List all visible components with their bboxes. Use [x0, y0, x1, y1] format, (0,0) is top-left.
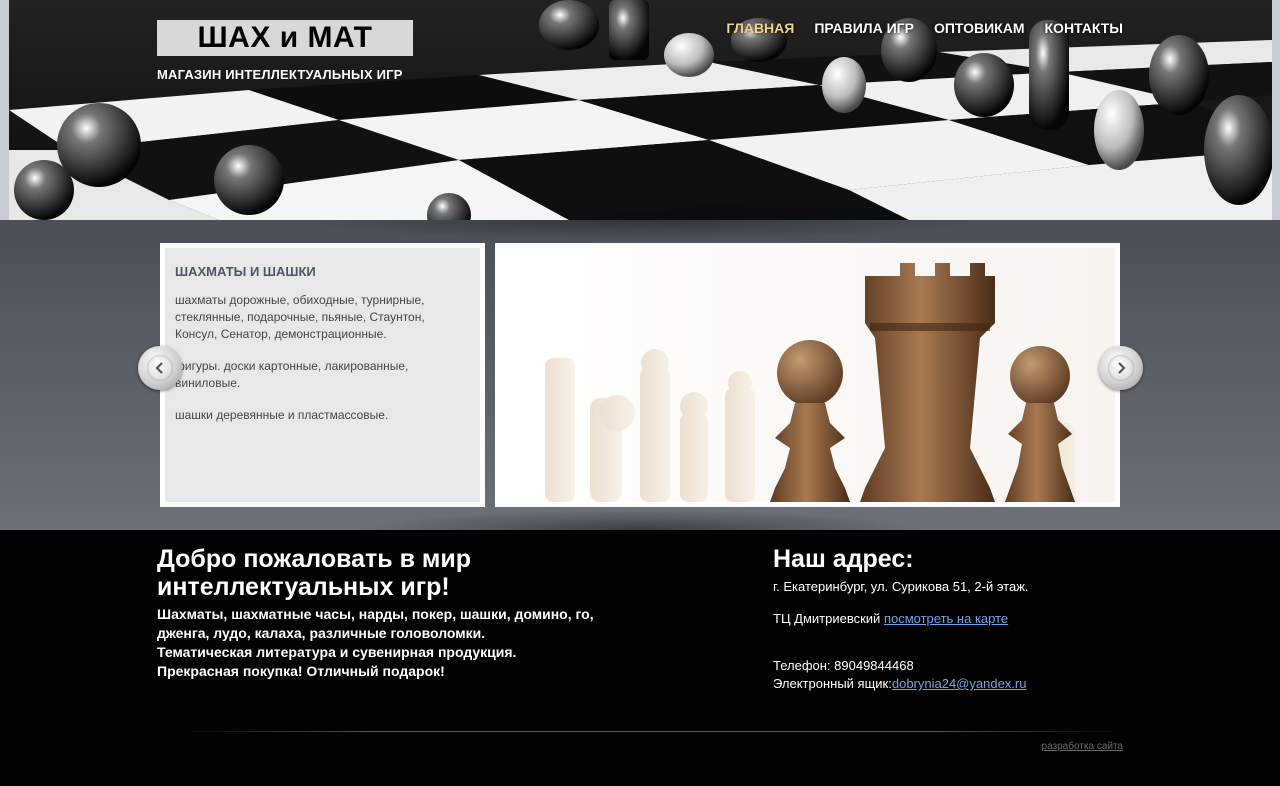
section-shadow-bottom — [360, 510, 920, 530]
nav-item-contacts[interactable]: КОНТАКТЫ — [1045, 20, 1123, 36]
email-line: Электронный ящик:dobrynia24@yandex.ru — [773, 676, 1026, 691]
email-label: Электронный ящик: — [773, 676, 892, 691]
welcome-text: Шахматы, шахматные часы, нарды, покер, ш… — [157, 605, 627, 681]
site-tagline: МАГАЗИН ИНТЕЛЛЕКТУАЛЬНЫХ ИГР — [157, 67, 403, 82]
nav-item-game-rules[interactable]: ПРАВИЛА ИГР — [814, 20, 914, 36]
header-left-edge — [0, 0, 9, 220]
footer-section: Добро пожаловать в мир интеллектуальных … — [0, 530, 1280, 786]
section-shadow-top — [300, 220, 980, 240]
header-right-edge — [1272, 0, 1280, 220]
slider-prev-button[interactable] — [138, 346, 182, 390]
slide-image — [495, 243, 1120, 507]
phone: Телефон: 89049844468 — [773, 658, 914, 673]
slider-next-button[interactable] — [1099, 346, 1143, 390]
address-mall-line: ТЦ Дмитриевский посмотреть на карте — [773, 611, 1008, 626]
nav-item-wholesale[interactable]: ОПТОВИКАМ — [934, 20, 1025, 36]
chevron-left-icon — [147, 355, 173, 381]
slide-paragraph: шашки деревянные и пластмассовые. — [175, 408, 389, 422]
chevron-right-icon — [1108, 355, 1134, 381]
map-link[interactable]: посмотреть на карте — [884, 611, 1008, 626]
welcome-line: Шахматы, шахматные часы, нарды, покер, ш… — [157, 606, 594, 641]
nav-item-home[interactable]: ГЛАВНАЯ — [726, 20, 794, 36]
address-street: г. Екатеринбург, ул. Сурикова 51, 2-й эт… — [773, 579, 1029, 594]
welcome-line: Тематическая литература и сувенирная про… — [157, 644, 517, 660]
slide-title: ШАХМАТЫ И ШАШКИ — [175, 264, 316, 279]
welcome-heading: Добро пожаловать в мир интеллектуальных … — [157, 545, 472, 601]
welcome-line: Прекрасная покупка! Отличный подарок! — [157, 663, 445, 679]
slide-paragraph: шахматы дорожные, обиходные, турнирные, … — [175, 293, 425, 341]
site-logo[interactable]: ШАХ и МАТ — [157, 20, 413, 56]
address-mall: ТЦ Дмитриевский — [773, 611, 881, 626]
slider-section: ШАХМАТЫ И ШАШКИ шахматы дорожные, обиход… — [0, 220, 1280, 530]
wooden-chess-pieces-image — [500, 248, 1115, 502]
footer-divider — [180, 731, 1124, 732]
developer-link[interactable]: разработка сайта — [1042, 741, 1123, 752]
email-link[interactable]: dobrynia24@yandex.ru — [892, 676, 1027, 691]
header-banner: ШАХ и МАТ МАГАЗИН ИНТЕЛЛЕКТУАЛЬНЫХ ИГР Г… — [9, 0, 1272, 220]
slide-text-card: ШАХМАТЫ И ШАШКИ шахматы дорожные, обиход… — [160, 243, 485, 507]
main-navigation: ГЛАВНАЯ ПРАВИЛА ИГР ОПТОВИКАМ КОНТАКТЫ — [726, 20, 1123, 36]
slide-paragraph: фигуры. доски картонные, лакированные, в… — [175, 359, 409, 390]
address-heading: Наш адрес: — [773, 545, 914, 573]
